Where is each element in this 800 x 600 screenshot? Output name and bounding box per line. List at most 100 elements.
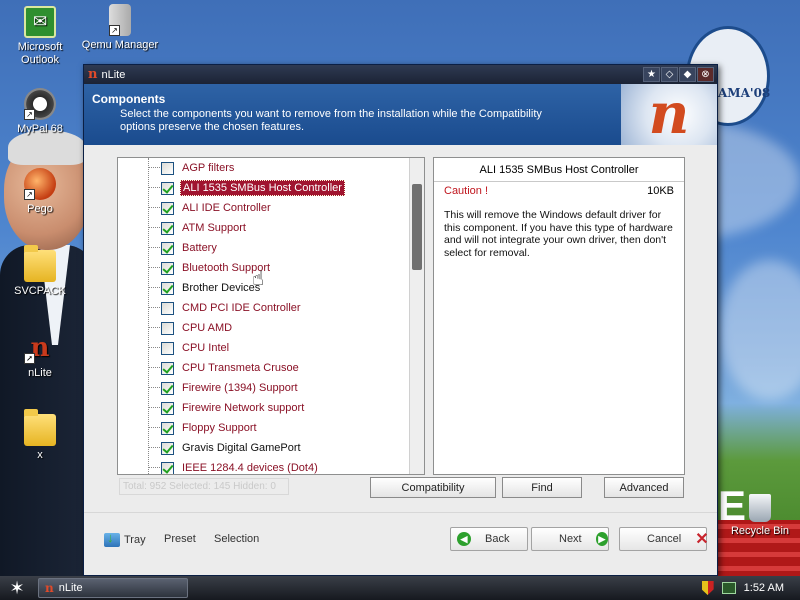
components-tree[interactable]: AGP filters ALI 1535 SMBus Host Controlle…: [117, 157, 425, 475]
desktop-icon-label: SVCPACK: [14, 285, 66, 297]
desktop-icon-pego[interactable]: ↗ Pego: [0, 168, 80, 216]
item-checkbox[interactable]: [161, 421, 174, 435]
item-checkbox[interactable]: [161, 181, 174, 195]
outlook-icon: [24, 6, 56, 38]
tree-item[interactable]: IEEE 1284.4 devices (Dot4): [118, 458, 408, 474]
network-icon[interactable]: [721, 582, 736, 594]
page-header: Components Select the components you wan…: [84, 84, 717, 145]
info-title: ALI 1535 SMBus Host Controller: [434, 158, 684, 182]
selection-button[interactable]: Selection: [214, 533, 259, 545]
desktop-icon-label: MyPal 68: [17, 123, 63, 135]
tray-label: Tray: [124, 534, 146, 546]
item-checkbox[interactable]: [161, 161, 174, 175]
title-bar[interactable]: n nLite ★ ◇ ◆ ⊗: [84, 65, 717, 84]
preset-label: Preset: [164, 533, 196, 545]
next-button[interactable]: Next ▶: [531, 527, 609, 551]
nlite-logo-icon: n: [88, 67, 98, 82]
find-button[interactable]: Find: [502, 477, 582, 498]
clock[interactable]: 1:52 AM: [744, 582, 784, 594]
preset-button[interactable]: Preset: [164, 533, 196, 545]
compatibility-button[interactable]: Compatibility: [370, 477, 496, 498]
nlite-banner-logo: n: [621, 84, 717, 145]
desktop-icon-mypal[interactable]: ↗ MyPal 68: [0, 88, 80, 136]
item-checkbox[interactable]: [161, 461, 174, 474]
scrollbar-thumb[interactable]: [412, 184, 422, 270]
item-checkbox[interactable]: [161, 241, 174, 255]
desktop-icon-outlook[interactable]: Microsoft Outlook: [0, 6, 80, 67]
tree-item[interactable]: CPU Transmeta Crusoe: [118, 358, 408, 378]
tree-item[interactable]: ALI 1535 SMBus Host Controller: [118, 178, 408, 198]
start-star-icon: ✶: [9, 577, 25, 599]
info-panel: ALI 1535 SMBus Host Controller Caution !…: [433, 157, 685, 475]
desktop-icon-qemu[interactable]: ↗ Qemu Manager: [80, 4, 160, 52]
tree-item-label: AGP filters: [182, 162, 235, 174]
tree-item[interactable]: Firewire (1394) Support: [118, 378, 408, 398]
mouse-cursor-icon: ☝: [252, 266, 265, 290]
back-arrow-icon: ◀: [457, 532, 471, 546]
item-checkbox[interactable]: [161, 221, 174, 235]
security-shield-icon[interactable]: [701, 581, 714, 595]
desktop-icon-svcpack[interactable]: SVCPACK: [0, 245, 80, 298]
start-button[interactable]: ✶: [0, 576, 34, 600]
back-label: Back: [485, 533, 510, 545]
recycle-bin-icon: [749, 494, 771, 522]
item-checkbox[interactable]: [161, 301, 174, 315]
system-tray: 1:52 AM: [701, 581, 800, 595]
tree-item[interactable]: AGP filters: [118, 158, 408, 178]
component-size: 10KB: [647, 185, 674, 197]
next-label: Next: [559, 533, 582, 545]
taskbar-item-nlite[interactable]: n nLite: [38, 578, 188, 598]
tree-item[interactable]: Floppy Support: [118, 418, 408, 438]
folder-icon: [24, 245, 56, 282]
tree-item[interactable]: Battery: [118, 238, 408, 258]
nlite-window: n nLite ★ ◇ ◆ ⊗ Components Select the co…: [83, 64, 718, 576]
desktop-icon-recycle-bin[interactable]: Recycle Bin: [720, 494, 800, 538]
item-checkbox[interactable]: [161, 361, 174, 375]
tree-item[interactable]: CPU AMD: [118, 318, 408, 338]
close-button[interactable]: ⊗: [697, 67, 714, 82]
next-arrow-icon: ▶: [595, 532, 608, 546]
tree-item-label: CPU Intel: [182, 342, 230, 354]
tray-button[interactable]: Tray: [104, 530, 146, 547]
minimize-button[interactable]: ◇: [661, 67, 678, 82]
nlite-task-icon: n: [45, 581, 54, 595]
back-button[interactable]: ◀ Back: [450, 527, 528, 551]
tree-item[interactable]: Gravis Digital GamePort: [118, 438, 408, 458]
tree-item-label: CMD PCI IDE Controller: [182, 302, 301, 314]
pin-icon[interactable]: ★: [643, 67, 660, 82]
taskbar: ✶ n nLite 1:52 AM: [0, 576, 800, 600]
item-checkbox[interactable]: [161, 341, 174, 355]
item-checkbox[interactable]: [161, 401, 174, 415]
item-checkbox[interactable]: [161, 441, 174, 455]
tree-item[interactable]: Firewire Network support: [118, 398, 408, 418]
tree-item[interactable]: ATM Support: [118, 218, 408, 238]
tree-item-label: Gravis Digital GamePort: [182, 442, 301, 454]
tree-item-label: Firewire Network support: [182, 402, 305, 414]
tree-item[interactable]: ALI IDE Controller: [118, 198, 408, 218]
maximize-button[interactable]: ◆: [679, 67, 696, 82]
components-body: AGP filters ALI 1535 SMBus Host Controlle…: [84, 145, 717, 512]
item-checkbox[interactable]: [161, 261, 174, 275]
desktop-icon-nlite[interactable]: n ↗ nLite: [0, 332, 80, 380]
cancel-button[interactable]: Cancel ✕: [619, 527, 709, 551]
page-subtitle: Select the components you want to remove…: [120, 108, 542, 133]
desktop-icon-label: Pego: [27, 203, 53, 215]
qemu-icon: ↗: [109, 4, 131, 36]
item-checkbox[interactable]: [161, 281, 174, 295]
item-checkbox[interactable]: [161, 201, 174, 215]
tree-scrollbar[interactable]: [409, 158, 424, 474]
desktop-icon-x[interactable]: x: [0, 409, 80, 462]
desktop-icon-label: x: [37, 449, 43, 461]
tree-item-label: IEEE 1284.4 devices (Dot4): [182, 462, 318, 474]
tree-item-label: CPU Transmeta Crusoe: [182, 362, 299, 374]
tree-item[interactable]: CMD PCI IDE Controller: [118, 298, 408, 318]
nlite-icon: n ↗: [24, 332, 56, 364]
window-title: nLite: [101, 68, 126, 81]
taskbar-item-label: nLite: [58, 582, 83, 594]
cancel-x-icon: ✕: [695, 531, 709, 548]
item-checkbox[interactable]: [161, 381, 174, 395]
advanced-button[interactable]: Advanced: [604, 477, 684, 498]
tree-item[interactable]: CPU Intel: [118, 338, 408, 358]
tree-item-label: Firewire (1394) Support: [182, 382, 298, 394]
item-checkbox[interactable]: [161, 321, 174, 335]
